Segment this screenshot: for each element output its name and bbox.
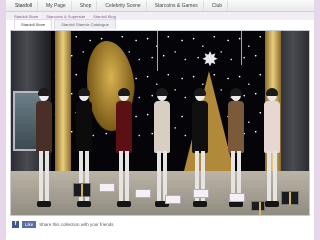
side-border-left — [0, 0, 6, 240]
mannequin-outfit[interactable] — [111, 88, 137, 215]
outfit-dress — [36, 101, 52, 153]
tab-starmix-catalogue[interactable]: Stardoll Starmix Catalogue — [54, 19, 116, 29]
banner-link-superstar[interactable]: Starcoins & Superstar — [46, 14, 85, 19]
nav-item-celebrity-scene[interactable]: Celebrity Scene — [100, 0, 147, 11]
share-text: Share this collection with your friends — [39, 221, 114, 227]
gift-box — [73, 183, 91, 197]
shoes — [37, 201, 51, 207]
tab-stardoll-store[interactable]: Stardoll Store — [14, 19, 53, 29]
mannequin-legs — [267, 151, 277, 205]
price-tag[interactable] — [99, 183, 115, 192]
outfit-dress — [264, 101, 280, 153]
hanging-ornament-2 — [241, 31, 247, 65]
gift-box — [251, 201, 265, 215]
nav-item-stardoll[interactable]: Stardoll — [10, 0, 38, 11]
price-tag[interactable] — [193, 189, 209, 198]
mannequin-hair — [194, 88, 206, 96]
mannequin-legs — [119, 151, 129, 205]
banner-link-store[interactable]: Stardoll Store — [14, 14, 38, 19]
outfit-dress — [76, 101, 92, 153]
mannequin-hair — [156, 88, 168, 96]
mannequin-legs — [39, 151, 49, 205]
shoes — [117, 201, 131, 207]
mannequin-outfit[interactable] — [31, 88, 57, 215]
star-topper-icon: ✸ — [201, 49, 219, 71]
shoes — [265, 201, 279, 207]
mannequin-hair — [230, 88, 242, 96]
share-bar: f Like Share this collection with your f… — [10, 218, 310, 230]
nav-item-my-page[interactable]: My Page — [41, 0, 72, 11]
price-tag[interactable] — [229, 193, 245, 202]
nav-item-club[interactable]: Club — [207, 0, 229, 11]
facebook-icon[interactable]: f — [12, 220, 19, 228]
shoes — [193, 201, 207, 207]
outfit-dress — [192, 101, 208, 153]
like-button[interactable]: Like — [22, 220, 37, 228]
banner-link-blog[interactable]: Stardoll Blog — [93, 14, 116, 19]
top-navigation: Stardoll My Page Shop Celebrity Scene St… — [6, 0, 314, 12]
nav-item-starcoins-games[interactable]: Starcoins & Games — [150, 0, 204, 11]
shoes — [77, 201, 91, 207]
mannequin-hair — [118, 88, 130, 96]
side-border-right — [314, 0, 320, 240]
store-tabs: Stardoll Store Stardoll Starmix Catalogu… — [6, 19, 314, 29]
outfit-dress — [154, 101, 170, 153]
store-scene: ✸ — [10, 30, 310, 216]
outfit-dress — [116, 101, 132, 153]
gift-box — [281, 191, 299, 205]
nav-item-shop[interactable]: Shop — [75, 0, 98, 11]
mannequin-hair — [78, 88, 90, 96]
hanging-ornament — [157, 31, 163, 71]
price-tag[interactable] — [165, 195, 181, 204]
mannequin-hair — [38, 88, 50, 96]
outfit-dress — [228, 101, 244, 153]
price-tag[interactable] — [135, 189, 151, 198]
mannequin-hair — [266, 88, 278, 96]
